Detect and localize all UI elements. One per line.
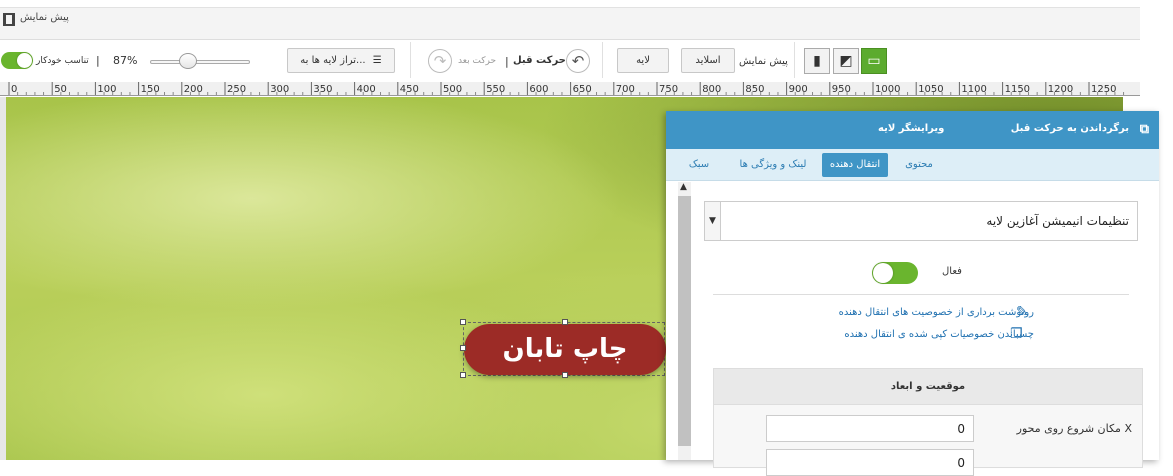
layer-pill[interactable]: چاپ تابان: [464, 324, 666, 375]
x-start-label: مکان شروع روی محور X: [1016, 422, 1132, 435]
position-title: موقعیت و ابعاد: [714, 369, 1142, 405]
ruler-label: 400: [357, 84, 376, 95]
animation-settings-select[interactable]: ▼ تنظیمات انیمیشن آغازین لایه: [704, 201, 1138, 241]
ruler-label: 450: [400, 84, 419, 95]
panel-title: ویرایشگر لایه: [878, 123, 945, 134]
resize-handle[interactable]: [562, 319, 568, 325]
copy-link[interactable]: رونوشت برداری از خصوصیت های انتقال دهنده: [839, 307, 1034, 318]
active-label: فعال: [942, 266, 962, 277]
x-start-input[interactable]: 0: [766, 415, 974, 442]
toggle-knob: [17, 53, 32, 68]
align-layers-button[interactable]: تراز لایه ها به... ☰: [287, 48, 395, 73]
ruler-label: 950: [832, 84, 851, 95]
resize-handle[interactable]: [460, 372, 466, 378]
redo-label[interactable]: حرکت بعد: [458, 56, 496, 66]
layer-editor-panel: ⧉ برگرداندن به حرکت قبل ویرایشگر لایه مح…: [666, 111, 1159, 476]
autofit-toggle[interactable]: [1, 52, 33, 69]
zoom-value: 87%: [113, 54, 138, 67]
paste-link[interactable]: چسباندن خصوصیات کپی شده ی انتقال دهنده: [844, 329, 1034, 340]
redo-icon[interactable]: ↷: [428, 49, 452, 73]
resize-icon[interactable]: ⧉: [1140, 122, 1149, 137]
list-icon: ☰: [372, 55, 382, 66]
ruler-label: 650: [573, 84, 592, 95]
film-icon: [3, 13, 15, 26]
ruler-label: 1000: [875, 84, 900, 95]
tablet-icon[interactable]: ◩: [833, 48, 859, 74]
resize-handle[interactable]: [562, 372, 568, 378]
title-bar: پیش نمایش: [0, 0, 1140, 40]
zoom-slider[interactable]: [150, 60, 250, 64]
tab-content[interactable]: محتوی: [902, 153, 936, 177]
title-bar-label: پیش نمایش: [20, 12, 69, 23]
scroll-up-icon[interactable]: ▲: [680, 182, 687, 192]
ruler-label: 1200: [1048, 84, 1073, 95]
ruler-label: 100: [97, 84, 116, 95]
desktop-icon[interactable]: ▭: [861, 48, 887, 74]
right-gap: [1140, 0, 1173, 110]
ruler-label: 550: [486, 84, 505, 95]
tab-transition[interactable]: انتقال دهنده: [822, 153, 888, 177]
resize-handle[interactable]: [460, 345, 466, 351]
slide-button[interactable]: اسلاید: [681, 48, 735, 73]
paste-icon: ❐: [1010, 326, 1023, 342]
ruler-label: 850: [745, 84, 764, 95]
divider: [794, 42, 795, 78]
preview-label: پیش نمایش: [739, 56, 788, 67]
align-layers-label: تراز لایه ها به...: [300, 55, 366, 66]
ruler-label: 150: [141, 84, 160, 95]
ruler-label: 300: [270, 84, 289, 95]
mobile-icon[interactable]: ▮: [804, 48, 830, 74]
chevron-down-icon: ▼: [705, 202, 721, 240]
y-start-input[interactable]: 0: [766, 449, 974, 476]
position-section: موقعیت و ابعاد 0 مکان شروع روی محور X 0: [713, 368, 1143, 476]
ruler-label: 700: [616, 84, 635, 95]
divider: [602, 42, 603, 78]
scrollbar-thumb[interactable]: [678, 196, 691, 446]
toggle-knob: [873, 263, 893, 283]
divider: [410, 42, 411, 78]
autofit-label: تناسب خودکار: [36, 56, 89, 66]
ruler-ticks: 0 50 100 150 200 250 300 350 400 450 500 550 600 650 7…: [8, 82, 1125, 95]
panel-tabs: محتوی انتقال دهنده لینک و ویژگی ها سبک: [666, 149, 1159, 181]
ruler-label: 200: [184, 84, 203, 95]
zoom-slider-knob[interactable]: [179, 53, 197, 69]
scrollbar[interactable]: ▲: [678, 182, 691, 460]
ruler-label: 0: [11, 84, 17, 95]
ruler-label: 600: [529, 84, 548, 95]
ruler-label: 1150: [1005, 84, 1030, 95]
ruler-label: 1100: [961, 84, 986, 95]
active-toggle[interactable]: [872, 262, 918, 284]
ruler-label: 1250: [1091, 84, 1116, 95]
ruler-label: 250: [227, 84, 246, 95]
layer-button[interactable]: لایه: [617, 48, 669, 73]
resize-handle[interactable]: [460, 319, 466, 325]
top-strip: [0, 0, 1140, 8]
text-layer[interactable]: چاپ تابان: [460, 319, 666, 378]
select-value: تنظیمات انیمیشن آغازین لایه: [986, 214, 1129, 228]
tab-style[interactable]: سبک: [684, 153, 714, 177]
horizontal-ruler: 0 50 100 150 200 250 300 350 400 450 500 550 600 650 7…: [0, 82, 1140, 96]
ruler-label: 900: [789, 84, 808, 95]
divider: [713, 294, 1129, 295]
undo-label[interactable]: حرکت قبل: [513, 55, 566, 66]
ruler-label: 800: [702, 84, 721, 95]
tab-links[interactable]: لینک و ویژگی ها: [730, 153, 816, 177]
ruler-label: 750: [659, 84, 678, 95]
ruler-label: 350: [313, 84, 332, 95]
copy-icon: ✎: [1016, 304, 1028, 320]
undo-icon[interactable]: ↶: [566, 49, 590, 73]
ruler-label: 500: [443, 84, 462, 95]
panel-body: ▲ ▼ تنظیمات انیمیشن آغازین لایه فعال رون…: [666, 182, 1159, 476]
ruler-label: 1050: [918, 84, 943, 95]
panel-header: ⧉ برگرداندن به حرکت قبل ویرایشگر لایه: [666, 111, 1159, 149]
undo-link[interactable]: برگرداندن به حرکت قبل: [1011, 123, 1129, 134]
